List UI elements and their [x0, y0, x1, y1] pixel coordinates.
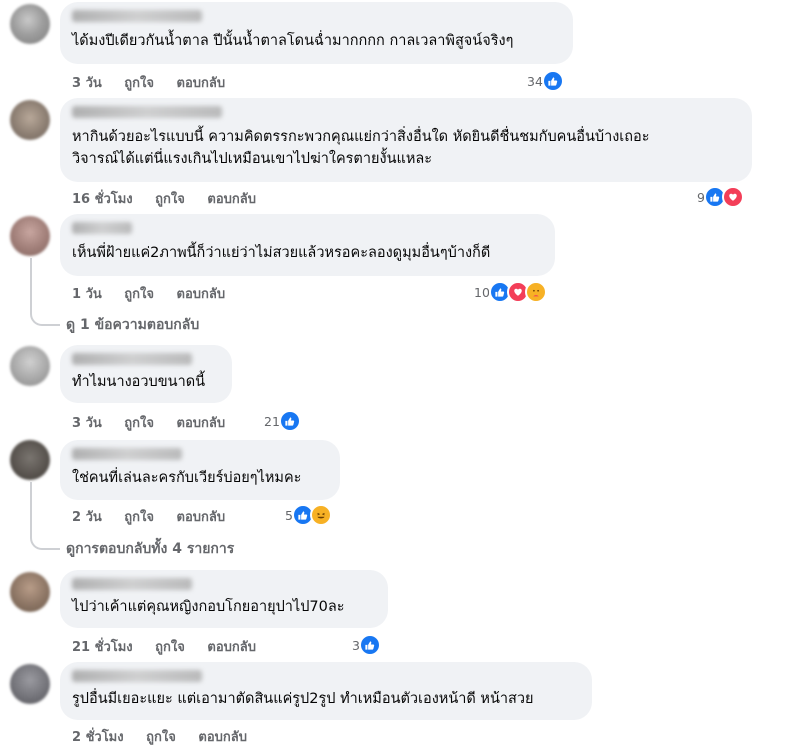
like-action[interactable]: ถูกใจ — [155, 192, 185, 207]
like-action[interactable]: ถูกใจ — [124, 510, 154, 525]
comment-bubble: ทำไมนางอวบขนาดนี้ — [60, 345, 232, 403]
like-action[interactable]: ถูกใจ — [124, 76, 154, 91]
comment-time[interactable]: 2 วัน — [72, 510, 102, 525]
reply-action[interactable]: ตอบกลับ — [177, 76, 226, 91]
avatar[interactable] — [10, 100, 50, 140]
comment-time[interactable]: 3 วัน — [72, 76, 102, 91]
love-icon — [721, 186, 744, 208]
author-name-blurred[interactable] — [72, 353, 192, 365]
avatar[interactable] — [10, 664, 50, 704]
reaction-summary[interactable]: 3 — [352, 634, 381, 656]
reply-action[interactable]: ตอบกลับ — [177, 287, 226, 302]
reaction-summary[interactable]: 9 — [697, 186, 744, 208]
care-icon — [524, 281, 547, 303]
comment-meta: 2 ชั่วโมง ถูกใจ ตอบกลับ — [72, 726, 265, 747]
comment-meta: 3 วัน ถูกใจ ตอบกลับ — [72, 412, 243, 433]
comment-meta: 21 ชั่วโมง ถูกใจ ตอบกลับ — [72, 636, 274, 657]
reaction-count: 34 — [527, 73, 543, 89]
avatar[interactable] — [10, 216, 50, 256]
view-replies-link[interactable]: ดูการตอบกลับทั้ง 4 รายการ — [66, 538, 234, 560]
like-icon — [278, 410, 301, 432]
comment-text: วิจารณ์ได้แต่นี่แรงเกินไปเหมือนเขาไปฆ่าใ… — [72, 151, 433, 167]
comment-meta: 3 วัน ถูกใจ ตอบกลับ — [72, 72, 243, 93]
author-name-blurred[interactable] — [72, 10, 202, 22]
author-name-blurred[interactable] — [72, 448, 182, 460]
comment-bubble: รูปอื่นมีเยอะแยะ แต่เอามาตัดสินแค่รูป2รู… — [60, 662, 592, 720]
avatar[interactable] — [10, 440, 50, 480]
reaction-count: 21 — [264, 413, 280, 429]
reply-action[interactable]: ตอบกลับ — [207, 640, 256, 655]
comment-meta: 1 วัน ถูกใจ ตอบกลับ — [72, 283, 243, 304]
comment-text: เห็นพี่ฝ้ายแค่2ภาพนี้ก็ว่าแย่ว่าไม่สวยแล… — [72, 245, 491, 261]
comment-bubble: ใช่คนที่เล่นละครกับเวียร์บ่อยๆไหมคะ — [60, 440, 340, 500]
comment-meta: 16 ชั่วโมง ถูกใจ ตอบกลับ — [72, 188, 274, 209]
author-name-blurred[interactable] — [72, 222, 132, 234]
comment-meta: 2 วัน ถูกใจ ตอบกลับ — [72, 506, 243, 527]
comment-text: ใช่คนที่เล่นละครกับเวียร์บ่อยๆไหมคะ — [72, 470, 302, 486]
comment-text: ไปว่าเค้าแต่คุณหญิงกอบโกยอายุปาไป70ละ — [72, 599, 345, 615]
reaction-count: 10 — [474, 284, 490, 300]
reply-action[interactable]: ตอบกลับ — [177, 510, 226, 525]
like-action[interactable]: ถูกใจ — [155, 640, 185, 655]
like-icon — [358, 634, 381, 656]
reaction-summary[interactable]: 21 — [264, 410, 301, 432]
reply-thread-line — [30, 258, 60, 326]
reply-action[interactable]: ตอบกลับ — [207, 192, 256, 207]
comment-bubble: ได้มงปีเดียวกันน้ำตาล ปีนั้นน้ำตาลโดนฉ่ำ… — [60, 2, 573, 64]
author-name-blurred[interactable] — [72, 578, 192, 590]
like-action[interactable]: ถูกใจ — [124, 416, 154, 431]
author-name-blurred[interactable] — [72, 670, 202, 682]
author-name-blurred[interactable] — [72, 106, 222, 118]
comment-time[interactable]: 16 ชั่วโมง — [72, 192, 133, 207]
comment-text: ทำไมนางอวบขนาดนี้ — [72, 374, 206, 390]
like-action[interactable]: ถูกใจ — [124, 287, 154, 302]
comment-bubble: ไปว่าเค้าแต่คุณหญิงกอบโกยอายุปาไป70ละ — [60, 570, 388, 628]
comment-text: หากินด้วยอะไรแบบนี้ ความคิดตรรกะพวกคุณแย… — [72, 129, 650, 145]
comment-time[interactable]: 3 วัน — [72, 416, 102, 431]
comment-time[interactable]: 1 วัน — [72, 287, 102, 302]
avatar[interactable] — [10, 4, 50, 44]
avatar[interactable] — [10, 346, 50, 386]
avatar[interactable] — [10, 572, 50, 612]
view-replies-link[interactable]: ดู 1 ข้อความตอบกลับ — [66, 314, 199, 336]
reaction-summary[interactable]: 5 — [285, 504, 332, 526]
reaction-summary[interactable]: 34 — [527, 70, 564, 92]
reaction-summary[interactable]: 10 — [474, 281, 547, 303]
haha-icon — [309, 504, 332, 526]
comment-text: ได้มงปีเดียวกันน้ำตาล ปีนั้นน้ำตาลโดนฉ่ำ… — [72, 33, 514, 49]
reply-thread-line — [30, 482, 60, 550]
reply-action[interactable]: ตอบกลับ — [177, 416, 226, 431]
like-icon — [541, 70, 564, 92]
comment-bubble: หากินด้วยอะไรแบบนี้ ความคิดตรรกะพวกคุณแย… — [60, 98, 752, 182]
comment-bubble: เห็นพี่ฝ้ายแค่2ภาพนี้ก็ว่าแย่ว่าไม่สวยแล… — [60, 214, 555, 276]
comment-time[interactable]: 21 ชั่วโมง — [72, 640, 133, 655]
comment-text: รูปอื่นมีเยอะแยะ แต่เอามาตัดสินแค่รูป2รู… — [72, 691, 534, 707]
